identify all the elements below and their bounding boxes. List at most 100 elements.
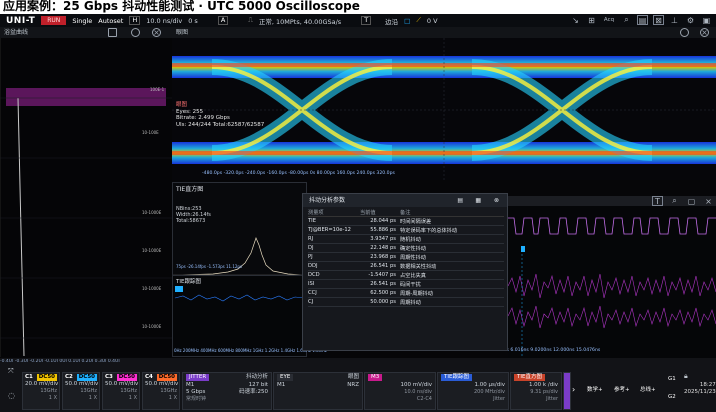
utility-icon[interactable]: ⊥ [669, 15, 680, 25]
eye-statistics: 眼图 Eyes: 255 Bitrate: 2.499 Gbps UIs: 24… [176, 102, 264, 128]
close-icon[interactable]: ⊗ [494, 194, 499, 207]
tie-histogram-x-axis: 75ps -26.14fps -1.573ps 11.12ps [176, 264, 243, 269]
bathtub-y-tick: 10-1000E [142, 324, 162, 329]
math-expression: C2-C4 [416, 396, 432, 402]
close-icon[interactable]: × [703, 196, 714, 206]
trigger-marker-icon[interactable]: T [652, 196, 663, 206]
math-add-button[interactable]: 数学+ [587, 380, 603, 400]
tie-histogram-stats: NBins:253 Width:26.14fs Total:58673 [176, 206, 211, 224]
bathtub-y-tick: 100E-1 [150, 87, 165, 92]
run-stop-button[interactable]: RUN [41, 16, 67, 25]
channel-4-card[interactable]: C4 DC50 50.0 mV/div 13GHz 1 X [142, 372, 180, 410]
histogram-total: Total:58673 [176, 218, 206, 224]
table-row: TIE 28.044 ps 时间间隔误差 [308, 216, 504, 226]
g1-button[interactable]: G1 [668, 376, 676, 382]
channel-bandwidth: 13GHz [80, 388, 97, 394]
jitter-parameters-dialog[interactable]: 抖动分析参数 ▤ ▦ ⊗ 测量项 当前值 备注 TIE 28.044 ps 时间间隔… [302, 193, 508, 351]
math-width: 9.31 ps/div [530, 389, 558, 395]
channel-bandwidth: 13GHz [120, 388, 137, 394]
bathtub-y-tick: 10-1000E [142, 248, 162, 253]
trigger-source-icon: □ [404, 16, 411, 25]
channel-name: C3 [105, 374, 113, 380]
channel-probe: 1 X [168, 395, 177, 401]
settings-icon[interactable]: ⚙ [685, 15, 696, 25]
coupling-badge: DC50 [156, 374, 177, 381]
math-source: Jitter [493, 396, 505, 402]
zoom-icon[interactable]: ⌕ [669, 196, 680, 206]
math-source: Jitter [546, 396, 558, 402]
timebase-value[interactable]: 10.0 ns/div [146, 17, 182, 25]
bathtub-y-tick: 10-1000E [142, 210, 162, 215]
trigger-level[interactable]: 0 V [427, 17, 438, 25]
chevron-right-icon[interactable]: › [572, 380, 575, 400]
channel-scale: 20.0 mV/div [25, 381, 59, 387]
single-button[interactable]: Single [72, 17, 92, 25]
trigger-mode[interactable]: 边沿 [385, 16, 398, 26]
table-row: DJ 22.148 ps 确定性抖动 [308, 243, 504, 253]
math-jitter-card[interactable]: JITTER 抖动分析 M1 127 bit 5 Gbps 码速率:250 常规时钟 [182, 372, 272, 410]
math-tie-trend-card[interactable]: TIE跟踪图 1.00 µs/div 200 MHz/div Jitter [437, 372, 509, 410]
brand-logo: UNI-T [6, 15, 36, 26]
ref-add-button[interactable]: 参考+ [614, 380, 630, 400]
math-scale: 100 mV/div [400, 382, 433, 388]
math-source: M1 [186, 382, 195, 388]
g2-button[interactable]: G2 [668, 394, 676, 400]
math-tag: M3 [368, 374, 383, 381]
math-eye-card[interactable]: EYE 眼图 M1 NRZ [273, 372, 363, 410]
coupling-badge: DC50 [36, 374, 57, 381]
measure-icon[interactable]: ⊠ [653, 15, 664, 25]
table-row: RJ 3.9347 ps 随机抖动 [308, 234, 504, 244]
tie-histogram-title: TIE直方图 [176, 186, 204, 193]
channel-name: C4 [145, 374, 153, 380]
maximize-icon[interactable]: ▢ [686, 196, 697, 206]
math-tag: TIE直方图 [514, 374, 545, 381]
acquisition-a-button[interactable]: A [217, 16, 229, 25]
panel-close-icon[interactable]: × [152, 28, 161, 37]
panel-settings-icon[interactable] [131, 28, 140, 37]
pulse-icon: ⎍ [248, 16, 253, 24]
cursor-icon[interactable]: ↘ [570, 15, 581, 25]
collapse-icon[interactable]: ⤧ [8, 367, 14, 376]
acquisition-status[interactable]: 正常, 10MPts, 40.00GSa/s [259, 16, 341, 26]
eye-settings-icon[interactable] [680, 28, 689, 37]
bathtub-panel: 浴盆曲线 × 100E-1 10-100E 10-1000E 10-1000E … [0, 27, 172, 357]
channel-2-card[interactable]: C2 DC50 50.0 mV/div 13GHz 1 X [62, 372, 100, 410]
channel-3-card[interactable]: C3 DC50 50.0 mV/div 13GHz 1 X [102, 372, 140, 410]
m5-tab[interactable] [563, 372, 571, 410]
lock-icon[interactable]: 🔒︎ [684, 372, 688, 381]
autoset-button[interactable]: Autoset [98, 17, 123, 25]
zoom-icon[interactable]: ⌕ [621, 15, 632, 25]
eye-uis: UIs: 244/244 Total:62587/62587 [176, 121, 265, 128]
channel-1-card[interactable]: C1 DC50 20.0 mV/div 13GHz 1 X [22, 372, 60, 410]
save-icon[interactable]: ▤ [457, 194, 463, 207]
clock-time: 18:27 [699, 382, 716, 388]
delay-value[interactable]: 0 s [188, 17, 198, 25]
oscilloscope-screen: UNI-T RUN Single Autoset H 10.0 ns/div 0… [0, 14, 716, 412]
table-icon[interactable]: ▦ [475, 194, 481, 207]
grid-icon[interactable]: ⊞ [586, 15, 597, 25]
jitter-table: 测量项 当前值 备注 TIE 28.044 ps 时间间隔误差 TJ@BER=10e… [308, 209, 504, 307]
expand-icon[interactable]: ◌ [8, 391, 15, 400]
horizontal-button[interactable]: H [129, 16, 141, 25]
trigger-button[interactable]: T [361, 16, 372, 25]
channel-name: C1 [25, 374, 33, 380]
bus-add-button[interactable]: 总线+ [640, 380, 656, 400]
display-icon[interactable]: ▣ [701, 15, 712, 25]
math-function: 眼图 [347, 374, 359, 380]
math-m3-card[interactable]: M3 100 mV/div 10.0 ns/div C2-C4 [364, 372, 436, 410]
panel-max-icon[interactable] [108, 28, 117, 37]
table-row: PJ 23.968 ps 周期性抖动 [308, 252, 504, 262]
right-panel-controls: T ⌕ ▢ × [652, 196, 714, 206]
math-tag: JITTER [186, 374, 210, 381]
math-scale: 1.00 µs/div [474, 382, 506, 388]
math-source: M1 [277, 382, 286, 388]
right-waveforms: T ⌕ ▢ × [507, 196, 716, 358]
math-tie-histogram-card[interactable]: TIE直方图 1.00 k /div 9.31 ps/div Jitter [510, 372, 562, 410]
save-icon[interactable]: ▤ [637, 15, 648, 25]
channel-scale: 50.0 mV/div [65, 381, 99, 387]
channel-bandwidth: 13GHz [160, 388, 177, 394]
bathtub-x-axis: -0.4UI -0.3UI -0.2UI -0.1UI 0UI 0.1UI 0.… [0, 359, 120, 364]
bathtub-title: 浴盆曲线 [0, 27, 172, 38]
acq-icon[interactable]: Acq [602, 15, 616, 25]
eye-close-icon[interactable]: × [700, 28, 709, 37]
